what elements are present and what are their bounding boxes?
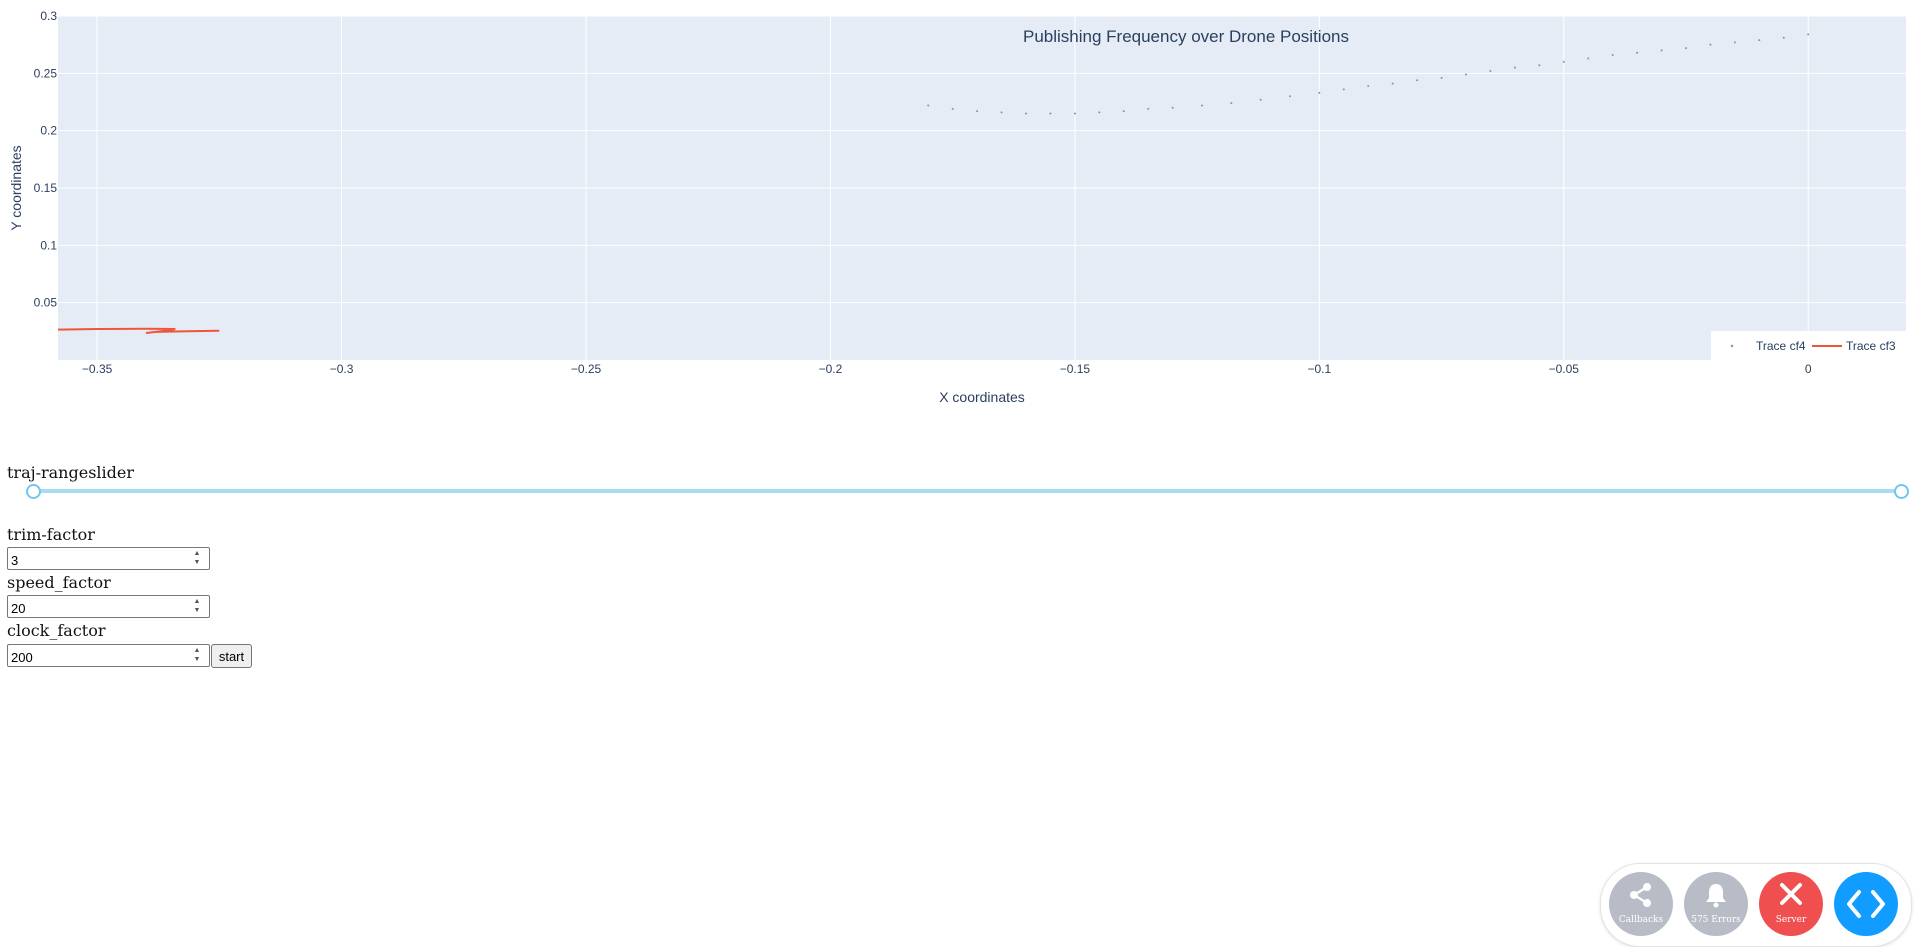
data-point[interactable] (1342, 88, 1345, 91)
range-slider-track[interactable] (33, 489, 1902, 493)
y-axis-title: Y coordinates (8, 145, 24, 230)
data-point[interactable] (976, 110, 979, 113)
data-point[interactable] (1201, 104, 1203, 107)
code-brackets-icon (1847, 890, 1885, 918)
data-point[interactable] (1098, 111, 1101, 114)
x-tick-label: −0.2 (819, 362, 843, 376)
trim-factor-label: trim-factor (7, 525, 95, 544)
data-point[interactable] (1562, 60, 1565, 63)
data-point[interactable] (1318, 91, 1321, 94)
chart-title: Publishing Frequency over Drone Position… (1023, 27, 1349, 46)
speed-factor-spinner[interactable]: ▲ ▼ (189, 597, 205, 616)
data-point[interactable] (1025, 112, 1027, 115)
data-point[interactable] (1073, 112, 1076, 115)
data-point[interactable] (1367, 84, 1370, 87)
bell-icon (1706, 884, 1726, 908)
data-point[interactable] (1489, 70, 1492, 73)
server-label: Server (1775, 915, 1807, 925)
x-tick-label: −0.25 (571, 362, 602, 376)
x-tick-label: −0.35 (82, 362, 113, 376)
legend-label: Trace cf4 (1756, 339, 1806, 353)
data-point[interactable] (1513, 66, 1516, 69)
server-button[interactable]: Server (1759, 872, 1823, 936)
data-point[interactable] (1465, 73, 1467, 76)
data-point[interactable] (1611, 53, 1614, 56)
legend-label: Trace cf3 (1846, 339, 1896, 353)
rangeslider-label: traj-rangeslider (7, 463, 134, 482)
data-point[interactable] (1758, 39, 1761, 42)
data-point[interactable] (1147, 107, 1150, 110)
callbacks-button[interactable]: Callbacks (1609, 872, 1673, 936)
close-icon (1780, 883, 1802, 905)
chart-legend: Trace cf4 Trace cf3 (1711, 331, 1906, 360)
x-tick-label: −0.3 (330, 362, 354, 376)
trim-factor-spinner[interactable]: ▲ ▼ (189, 549, 205, 568)
data-point[interactable] (1807, 33, 1810, 36)
data-point[interactable] (1416, 79, 1419, 82)
errors-button[interactable]: 575 Errors (1684, 872, 1748, 936)
y-tick-label: 0.05 (34, 296, 58, 310)
x-axis-title: X coordinates (939, 389, 1025, 405)
x-tick-label: 0 (1805, 362, 1812, 376)
data-point[interactable] (1289, 95, 1291, 98)
data-point[interactable] (1000, 111, 1003, 114)
x-tick-label: −0.1 (1307, 362, 1331, 376)
x-tick-label: −0.05 (1549, 362, 1580, 376)
speed-factor-input[interactable] (7, 595, 210, 618)
range-slider-start-handle[interactable] (26, 484, 41, 499)
y-tick-label: 0.2 (40, 124, 57, 138)
clock-factor-spinner[interactable]: ▲ ▼ (189, 646, 205, 665)
legend-marker (1730, 344, 1734, 348)
data-point[interactable] (1685, 47, 1687, 50)
callbacks-label: Callbacks (1618, 915, 1664, 925)
errors-label: 575 Errors (1691, 915, 1741, 925)
data-point[interactable] (1587, 57, 1590, 60)
dev-tools-toggle-button[interactable] (1834, 872, 1898, 936)
trajectory-graph[interactable]: −0.35 −0.3 −0.25 −0.2 −0.15 −0.1 −0.05 0 0.05 0.1… (0, 0, 1920, 420)
data-point[interactable] (1660, 49, 1663, 52)
y-tick-label: 0.1 (40, 238, 57, 252)
trim-factor-input[interactable] (7, 547, 210, 570)
clock-factor-input[interactable] (7, 644, 210, 667)
y-tick-label: 0.15 (34, 181, 58, 195)
data-point[interactable] (1171, 106, 1174, 109)
clock-factor-label: clock_factor (7, 621, 106, 640)
data-point[interactable] (1538, 64, 1541, 67)
data-point[interactable] (1122, 110, 1125, 113)
speed-factor-label: speed_factor (7, 573, 111, 592)
data-point[interactable] (1782, 36, 1785, 39)
data-point[interactable] (1709, 43, 1712, 46)
data-point[interactable] (1733, 41, 1736, 44)
y-tick-label: 0.25 (34, 66, 58, 80)
data-point[interactable] (1230, 102, 1233, 105)
data-point[interactable] (1636, 51, 1639, 54)
data-point[interactable] (1391, 82, 1394, 85)
x-tick-label: −0.15 (1060, 362, 1091, 376)
share-icon (1630, 883, 1651, 907)
data-point[interactable] (1049, 112, 1052, 115)
data-point[interactable] (1440, 76, 1443, 79)
y-tick-label: 0.3 (40, 9, 57, 23)
range-slider-end-handle[interactable] (1894, 484, 1909, 499)
data-point[interactable] (951, 107, 954, 110)
data-point[interactable] (1259, 98, 1262, 101)
data-point[interactable] (927, 104, 930, 107)
start-button[interactable]: start (211, 644, 252, 668)
scatter-chart[interactable]: −0.35 −0.3 −0.25 −0.2 −0.15 −0.1 −0.05 0 0.05 0.1… (0, 0, 1920, 420)
